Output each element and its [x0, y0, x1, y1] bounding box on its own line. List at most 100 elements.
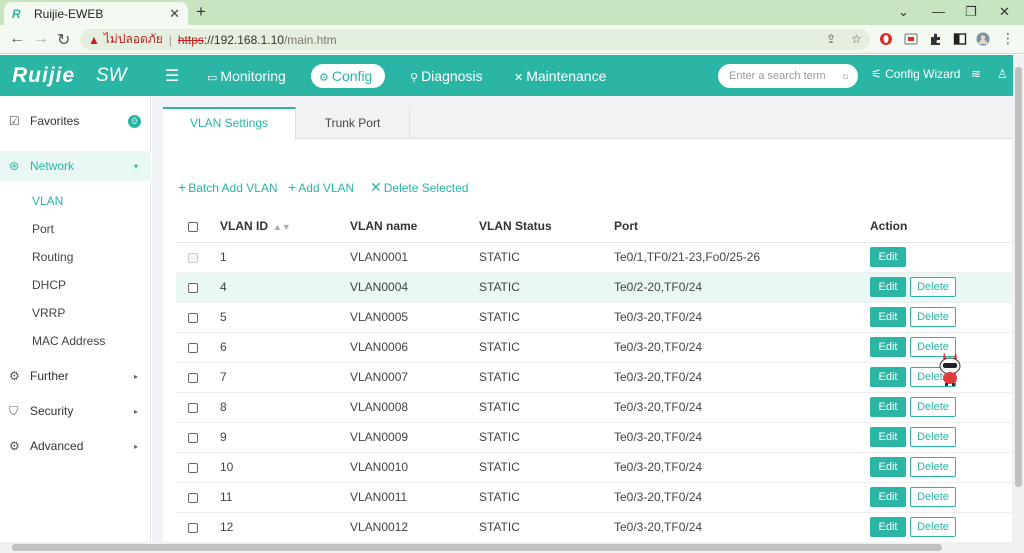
row-checkbox[interactable]: [188, 462, 198, 473]
sidebar-subitem-routing[interactable]: Routing: [32, 250, 73, 264]
edit-button[interactable]: Edit: [870, 367, 906, 387]
vlan-name-cell: VLAN0008: [350, 392, 479, 423]
assistant-mascot-icon[interactable]: [935, 350, 965, 386]
profile-avatar[interactable]: [976, 32, 990, 46]
reload-icon[interactable]: ↻: [57, 30, 70, 50]
config-wizard-button[interactable]: ⚟ Config Wizard: [871, 67, 960, 81]
delete-selected-button[interactable]: ✕ Delete Selected: [370, 179, 468, 196]
table-row: 6 VLAN0006 STATIC Te0/3-20,TF0/24 Edit Delete: [176, 332, 1012, 363]
stethoscope-icon: ⚲: [410, 72, 419, 84]
row-checkbox[interactable]: [188, 432, 198, 443]
delete-button[interactable]: Delete: [910, 277, 956, 297]
edit-button[interactable]: Edit: [870, 457, 906, 477]
puzzle-extensions-icon[interactable]: [929, 32, 943, 46]
back-icon[interactable]: ←: [9, 30, 25, 48]
sidebar-subitem-vlan[interactable]: VLAN: [32, 194, 63, 208]
vertical-scrollbar[interactable]: [1013, 55, 1024, 542]
edit-button[interactable]: Edit: [870, 337, 906, 357]
row-checkbox[interactable]: [188, 522, 198, 533]
select-all-checkbox[interactable]: [188, 221, 198, 232]
action-cell: Edit Delete: [870, 512, 1012, 543]
row-select-cell: [176, 392, 220, 423]
vlan-name-cell: VLAN0004: [350, 272, 479, 303]
delete-button[interactable]: Delete: [910, 487, 956, 507]
sidebar-item-favorites[interactable]: ☑ Favorites 0: [0, 106, 151, 136]
row-checkbox[interactable]: [188, 282, 198, 293]
edit-button[interactable]: Edit: [870, 517, 906, 537]
tab-search-icon[interactable]: ⌄: [898, 4, 909, 20]
ruijie-logo: Ruijie: [12, 64, 76, 87]
close-tab-icon[interactable]: ✕: [169, 6, 180, 22]
user-icon[interactable]: ♙: [997, 67, 1008, 81]
side-panel-icon[interactable]: [953, 32, 967, 46]
row-checkbox[interactable]: [188, 342, 198, 353]
edit-button[interactable]: Edit: [870, 397, 906, 417]
edit-button[interactable]: Edit: [870, 487, 906, 507]
delete-button[interactable]: Delete: [910, 307, 956, 327]
sidebar-item-advanced[interactable]: ⚙ Advanced ▸: [0, 431, 151, 461]
search-icon[interactable]: ○: [842, 64, 849, 88]
tab-trunk-port[interactable]: Trunk Port: [296, 107, 410, 139]
nav-config[interactable]: ⚙ Config: [311, 64, 385, 88]
sort-icon[interactable]: ▲▼: [273, 222, 291, 232]
table-row: 11 VLAN0011 STATIC Te0/3-20,TF0/24 Edit Delet…: [176, 482, 1012, 513]
menu-toggle-icon[interactable]: ☰: [165, 66, 179, 86]
opera-extension-icon[interactable]: [879, 32, 893, 46]
edit-button[interactable]: Edit: [870, 277, 906, 297]
row-select-cell: [176, 332, 220, 363]
sidebar-subitem-vrrp[interactable]: VRRP: [32, 306, 65, 320]
nav-maintenance[interactable]: ✕ Maintenance: [506, 64, 614, 88]
row-checkbox[interactable]: [188, 372, 198, 383]
edit-button[interactable]: Edit: [870, 247, 906, 267]
vlan-status-cell: STATIC: [479, 482, 614, 513]
action-cell: Edit Delete: [870, 392, 1012, 423]
search-input[interactable]: Enter a search term ○: [718, 64, 858, 88]
delete-button[interactable]: Delete: [910, 427, 956, 447]
sidebar-item-further[interactable]: ⚙ Further ▸: [0, 361, 151, 391]
browser-menu-icon[interactable]: ⋮: [1001, 30, 1015, 47]
delete-button[interactable]: Delete: [910, 457, 956, 477]
delete-button[interactable]: Delete: [910, 517, 956, 537]
table-row: 4 VLAN0004 STATIC Te0/2-20,TF0/24 Edit Delete: [176, 272, 1012, 303]
warning-icon[interactable]: ▲: [88, 33, 100, 47]
sidebar-subitem-port[interactable]: Port: [32, 222, 54, 236]
row-checkbox[interactable]: [188, 492, 198, 503]
share-icon[interactable]: ⇪: [826, 32, 836, 46]
edit-button[interactable]: Edit: [870, 427, 906, 447]
row-checkbox[interactable]: [188, 402, 198, 413]
row-checkbox[interactable]: [188, 312, 198, 323]
delete-button[interactable]: Delete: [910, 397, 956, 417]
browser-tab-title: Ruijie-EWEB: [34, 6, 104, 21]
vertical-scroll-thumb[interactable]: [1015, 67, 1022, 487]
maximize-button[interactable]: ❐: [965, 4, 977, 20]
sidebar-item-security[interactable]: ⛉ Security ▸: [0, 396, 151, 426]
minimize-button[interactable]: —: [932, 4, 945, 19]
port-cell: Te0/3-20,TF0/24: [614, 482, 870, 513]
horizontal-scrollbar[interactable]: [0, 542, 1024, 553]
horizontal-scroll-thumb[interactable]: [12, 544, 942, 551]
nav-diagnosis-label: Diagnosis: [421, 68, 483, 84]
sidebar-item-network[interactable]: ⊛ Network ▾: [0, 151, 151, 181]
security-status[interactable]: ไม่ปลอดภัย: [104, 30, 163, 49]
column-header-vlan-id[interactable]: VLAN ID ▲▼: [220, 210, 350, 243]
layers-icon[interactable]: ≋: [971, 67, 981, 81]
add-vlan-button[interactable]: + Add VLAN: [288, 179, 354, 195]
extension-icon[interactable]: [904, 32, 918, 46]
batch-add-vlan-button[interactable]: + Batch Add VLAN: [178, 179, 278, 195]
url-separator: |: [168, 32, 172, 47]
nav-monitoring[interactable]: ▭ Monitoring: [199, 64, 294, 88]
sidebar-item-label: Advanced: [30, 439, 84, 453]
sidebar-item-label: Further: [30, 369, 69, 383]
sidebar-subitem-mac-address[interactable]: MAC Address: [32, 334, 105, 348]
bookmark-star-icon[interactable]: ☆: [851, 32, 862, 46]
sidebar-subitem-dhcp[interactable]: DHCP: [32, 278, 66, 292]
address-bar[interactable]: ▲ ไม่ปลอดภัย | https://192.168.1.10/main…: [80, 29, 870, 50]
edit-button[interactable]: Edit: [870, 307, 906, 327]
new-tab-button[interactable]: +: [196, 2, 206, 22]
browser-tab[interactable]: R Ruijie-EWEB ✕: [4, 2, 188, 25]
action-cell: Edit Delete: [870, 482, 1012, 513]
tab-vlan-settings[interactable]: VLAN Settings: [163, 107, 296, 140]
close-window-button[interactable]: ✕: [999, 4, 1010, 20]
forward-icon[interactable]: →: [33, 30, 49, 48]
nav-diagnosis[interactable]: ⚲ Diagnosis: [402, 64, 491, 88]
